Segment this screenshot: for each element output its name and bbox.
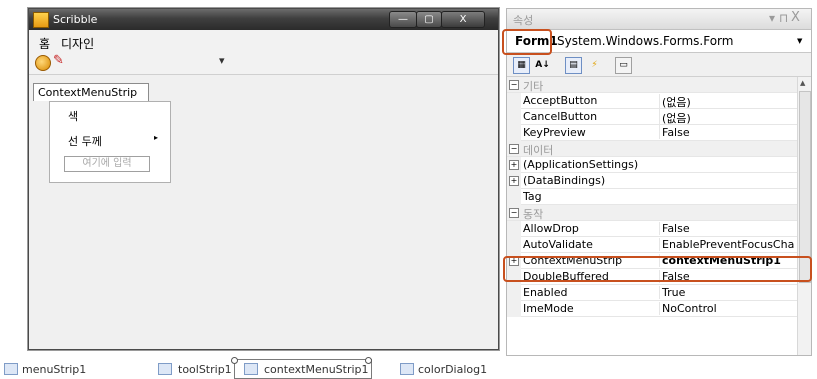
chevron-down-icon[interactable]: ▼ (797, 37, 802, 45)
expand-icon[interactable]: + (509, 160, 519, 170)
row-gutter (507, 109, 521, 125)
scroll-up-icon[interactable]: ▲ (800, 79, 805, 87)
form-designer-window[interactable]: Scribble — ▢ X 홈 디자인 ✎ ▾ ContextMenuStri… (28, 8, 499, 350)
tray-item-menustrip[interactable]: menuStrip1 (22, 363, 86, 376)
brush-icon[interactable]: ✎ (53, 53, 67, 68)
form-tool-strip: ✎ ▾ (29, 52, 498, 75)
context-menu-strip-tab[interactable]: ContextMenuStrip (33, 83, 149, 101)
toolstrip-dropdown-arrow[interactable]: ▾ (219, 54, 225, 67)
property-name: AutoValidate (523, 238, 593, 251)
property-name: ImeMode (523, 302, 574, 315)
property-grid-scrollbar[interactable]: ▲ (797, 77, 811, 355)
property-value[interactable]: (없음) (659, 94, 798, 110)
properties-toolbar: ▦ A↓ ▤ ⚡ ▭ (507, 53, 811, 77)
property-value[interactable]: NoControl (659, 302, 798, 315)
property-row[interactable]: + (ApplicationSettings) (507, 157, 797, 173)
category-label: 동작 (523, 208, 544, 221)
category-label: 기타 (523, 80, 544, 93)
property-name: KeyPreview (523, 126, 586, 139)
row-gutter (507, 125, 521, 141)
contextmenustrip-icon (244, 363, 258, 375)
menustrip-icon (4, 363, 18, 375)
property-category-row[interactable]: − 기타 (507, 77, 797, 93)
property-name: Enabled (523, 286, 568, 299)
property-row[interactable]: AutoValidate EnablePreventFocusCha (507, 237, 797, 253)
row-gutter (507, 237, 521, 253)
form-title: Scribble (53, 13, 98, 26)
form-menu-strip: 홈 디자인 (29, 30, 498, 52)
property-name: AllowDrop (523, 222, 579, 235)
menu-item-home[interactable]: 홈 (39, 35, 50, 52)
category-label: 데이터 (523, 144, 554, 157)
property-name: (DataBindings) (523, 174, 606, 187)
properties-title: 속성 (513, 14, 534, 27)
property-value[interactable]: False (659, 126, 798, 139)
collapse-icon[interactable]: − (509, 208, 519, 218)
property-row[interactable]: Enabled True (507, 285, 797, 301)
property-row[interactable]: + (DataBindings) (507, 173, 797, 189)
row-gutter (507, 93, 521, 109)
color-palette-icon[interactable] (35, 55, 51, 71)
submenu-arrow-icon: ▸ (154, 133, 159, 142)
menu-item-design[interactable]: 디자인 (61, 35, 94, 52)
property-value[interactable]: True (659, 286, 798, 299)
highlight-contextmenustrip-row (503, 256, 812, 282)
categorized-icon[interactable]: ▦ (513, 57, 530, 74)
property-row[interactable]: Tag (507, 189, 797, 205)
tray-item-toolstrip[interactable]: toolStrip1 (178, 363, 232, 376)
object-type: System.Windows.Forms.Form (557, 34, 734, 48)
property-value[interactable]: False (659, 222, 798, 235)
context-menu-item-line-width[interactable]: 선 두께 (68, 133, 102, 149)
context-menu-dropdown: 색 선 두께 ▸ 여기에 입력 (49, 101, 171, 183)
form-title-bar[interactable]: Scribble — ▢ X (29, 9, 498, 30)
row-gutter (507, 285, 521, 301)
component-tray: menuStrip1 toolStrip1 contextMenuStrip1 … (0, 356, 817, 379)
scroll-thumb[interactable] (799, 91, 811, 283)
property-grid: − 기타 AcceptButton (없음) CancelButton (없음) KeyPr… (507, 77, 797, 355)
row-gutter (507, 189, 521, 205)
events-lightning-icon[interactable]: ⚡ (586, 57, 603, 74)
app-icon (33, 12, 49, 28)
maximize-button[interactable]: ▢ (416, 11, 442, 28)
property-row[interactable]: ImeMode NoControl (507, 301, 797, 317)
object-selector[interactable]: Form1 System.Windows.Forms.Form ▼ (507, 30, 811, 53)
minimize-button[interactable]: — (389, 11, 417, 28)
property-name: (ApplicationSettings) (523, 158, 639, 171)
property-name: AcceptButton (523, 94, 598, 107)
properties-icon[interactable]: ▤ (565, 57, 582, 74)
properties-window: 속성 ▾ ⊓ X Form1 System.Windows.Forms.Form… (506, 8, 812, 356)
properties-close-icon[interactable]: X (791, 10, 800, 25)
alphabetical-icon[interactable]: A↓ (534, 57, 551, 74)
type-here-box[interactable]: 여기에 입력 (64, 156, 150, 172)
row-gutter (507, 301, 521, 317)
property-row[interactable]: AcceptButton (없음) (507, 93, 798, 110)
tray-item-contextmenustrip[interactable]: contextMenuStrip1 (264, 363, 369, 376)
close-button[interactable]: X (441, 11, 485, 28)
properties-header: 속성 ▾ ⊓ X (507, 9, 811, 30)
property-category-row[interactable]: − 데이터 (507, 141, 797, 157)
collapse-icon[interactable]: − (509, 80, 519, 90)
property-row[interactable]: AllowDrop False (507, 221, 797, 237)
property-row[interactable]: KeyPreview False (507, 125, 797, 141)
property-name: Tag (523, 190, 542, 203)
tray-item-colordialog[interactable]: colorDialog1 (418, 363, 487, 376)
selection-handle[interactable] (231, 357, 238, 364)
property-row[interactable]: CancelButton (없음) (507, 109, 798, 126)
pin-icon[interactable]: ▾ ⊓ (769, 11, 788, 25)
property-value[interactable]: (없음) (659, 110, 798, 126)
property-value[interactable]: EnablePreventFocusCha (659, 238, 798, 251)
highlight-form1 (502, 29, 552, 55)
context-menu-item-color[interactable]: 색 (68, 108, 78, 124)
colordialog-icon (400, 363, 414, 375)
toolstrip-icon (158, 363, 172, 375)
property-name: CancelButton (523, 110, 598, 123)
property-category-row[interactable]: − 동작 (507, 205, 797, 221)
collapse-icon[interactable]: − (509, 144, 519, 154)
property-pages-icon[interactable]: ▭ (615, 57, 632, 74)
row-gutter (507, 221, 521, 237)
expand-icon[interactable]: + (509, 176, 519, 186)
